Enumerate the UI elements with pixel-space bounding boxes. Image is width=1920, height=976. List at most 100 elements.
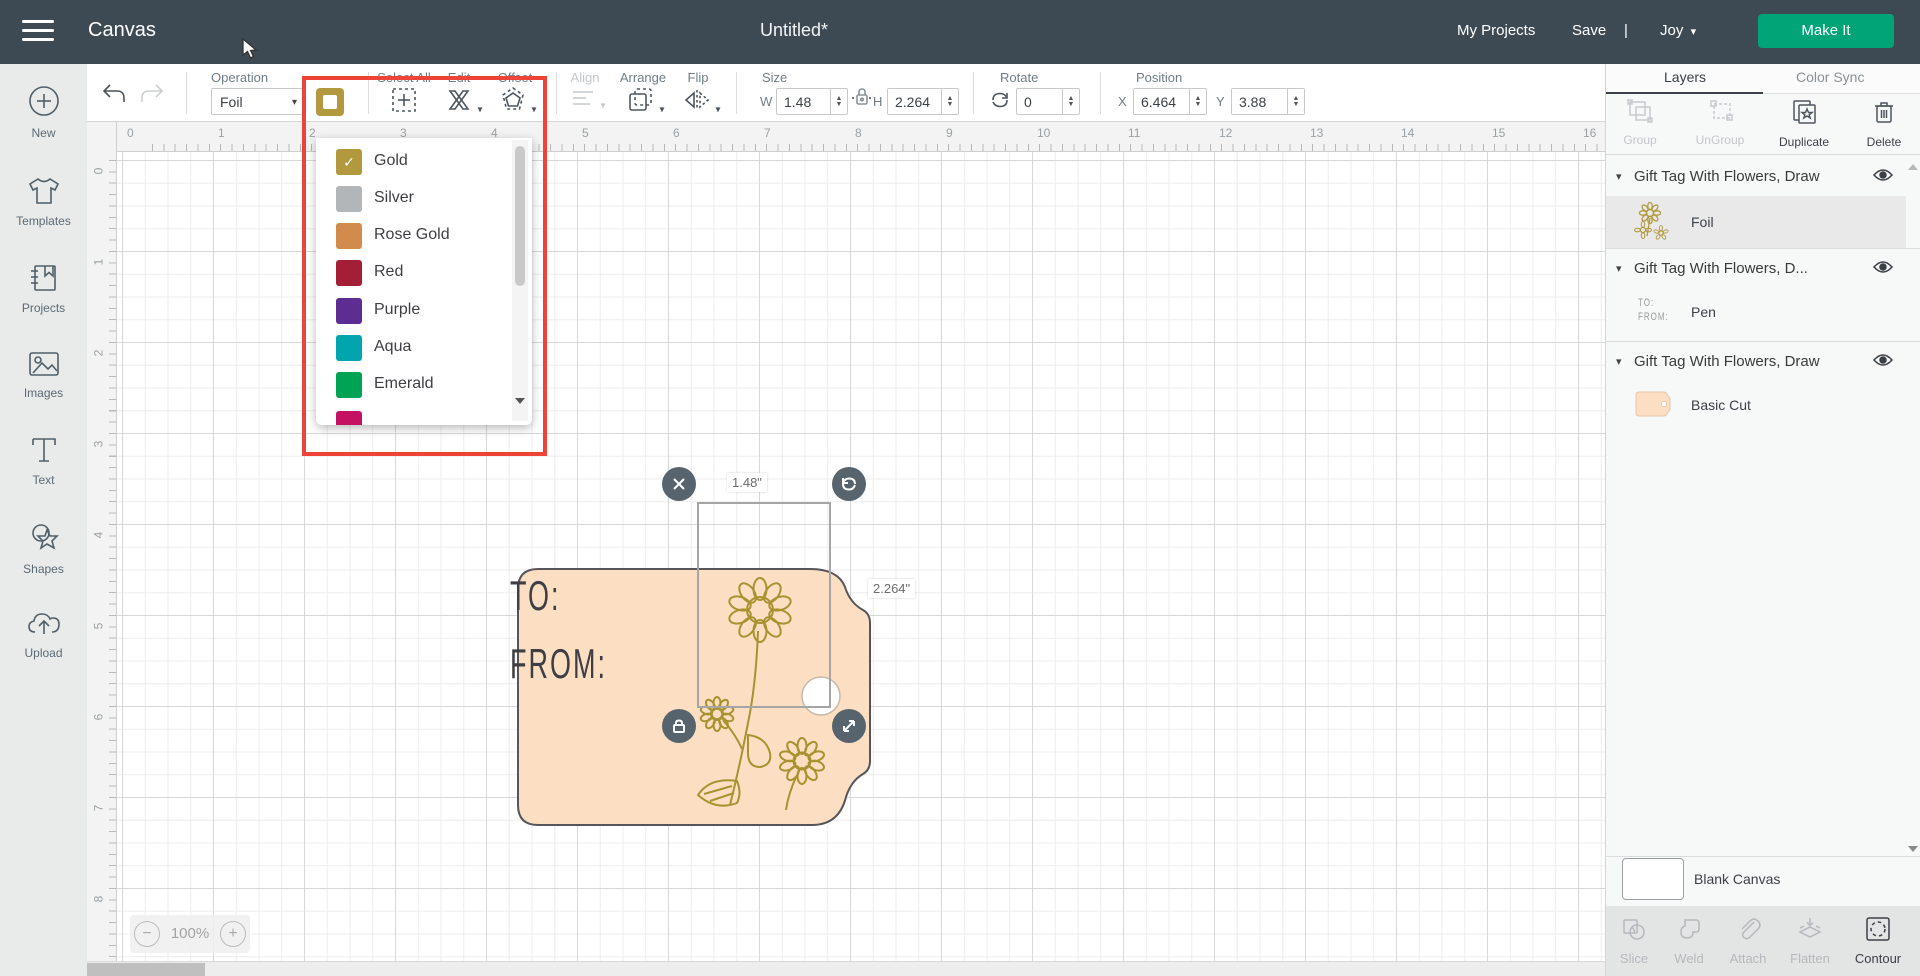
height-stepper[interactable]: ▲▼ (941, 89, 958, 114)
weld-button[interactable]: Weld (1661, 916, 1717, 966)
h-ruler-number: 9 (946, 126, 953, 140)
layer-color-button[interactable] (316, 88, 344, 116)
tab-layers[interactable]: Layers (1664, 69, 1706, 85)
color-option-purple[interactable]: Purple (316, 293, 512, 330)
visibility-eye-icon[interactable] (1872, 259, 1894, 280)
sidebar-item-new[interactable]: New (0, 84, 87, 140)
ungroup-button[interactable]: UnGroup (1690, 98, 1750, 147)
hamburger-menu-icon[interactable] (22, 20, 54, 44)
dropdown-scrollbar[interactable] (512, 140, 528, 421)
v-ruler-number: 0 (91, 168, 105, 175)
panel-tabs: Layers Color Sync (1606, 64, 1920, 94)
group-button[interactable]: Group (1610, 98, 1670, 147)
topbar-separator: | (1624, 22, 1628, 39)
sidebar-item-templates[interactable]: Templates (0, 176, 87, 228)
color-option-red[interactable]: Red (316, 255, 512, 292)
panel-scroll-down-icon[interactable] (1908, 846, 1918, 852)
selection-height-label: 2.264" (868, 579, 915, 598)
align-button[interactable]: ▾ (570, 86, 605, 115)
height-field[interactable]: 2.264 ▲▼ (887, 88, 959, 115)
color-option-silver[interactable]: Silver (316, 181, 512, 218)
position-y-label: Y (1216, 94, 1225, 109)
user-menu[interactable]: Joy ▾ (1660, 22, 1696, 39)
save-link[interactable]: Save (1572, 22, 1606, 39)
position-x-field[interactable]: 6.464 ▲▼ (1133, 88, 1207, 115)
color-option-rose-gold[interactable]: Rose Gold (316, 218, 512, 255)
selection-bounding-box[interactable] (697, 502, 831, 708)
design-canvas[interactable]: 012345678910111213141516 012345678 (87, 122, 1605, 976)
layer-group-header[interactable]: ▾ Gift Tag With Flowers, D... (1606, 254, 1906, 286)
delete-selection-handle[interactable] (662, 467, 696, 501)
make-it-button[interactable]: Make It (1758, 14, 1894, 48)
position-y-stepper[interactable]: ▲▼ (1287, 89, 1304, 114)
edit-button[interactable]: ▾ (445, 86, 482, 119)
rotate-icon[interactable] (989, 89, 1011, 116)
rotate-selection-handle[interactable] (832, 467, 866, 501)
flatten-button[interactable]: Flatten (1782, 916, 1838, 966)
h-ruler-number: 10 (1037, 126, 1050, 140)
operation-value: Foil (220, 94, 243, 110)
horizontal-scrollbar[interactable] (87, 961, 1605, 976)
shapes-icon (27, 522, 61, 554)
color-option-aqua[interactable]: Aqua (316, 330, 512, 367)
layer-row-foil[interactable]: Foil (1606, 196, 1906, 248)
color-option-emerald[interactable]: Emerald (316, 367, 512, 404)
gold-swatch: ✓ (336, 149, 362, 175)
width-field[interactable]: 1.48 ▲▼ (776, 88, 848, 115)
blank-canvas-swatch[interactable] (1622, 858, 1684, 900)
sidebar-item-images[interactable]: Images (0, 350, 87, 400)
tab-color-sync[interactable]: Color Sync (1796, 69, 1864, 85)
zoom-in-button[interactable]: + (220, 921, 246, 947)
layer-row-pen[interactable]: TO: FROM: Pen (1606, 286, 1906, 338)
visibility-eye-icon[interactable] (1872, 352, 1894, 373)
operation-select[interactable]: Foil ▾ (211, 88, 304, 115)
dropdown-scrollbar-thumb[interactable] (515, 146, 525, 286)
color-option-gold[interactable]: ✓ Gold (316, 144, 512, 181)
layer-group-header[interactable]: ▾ Gift Tag With Flowers, Draw (1606, 162, 1906, 194)
rotate-value: 0 (1017, 89, 1062, 114)
zoom-out-button[interactable]: − (134, 921, 160, 947)
position-x-stepper[interactable]: ▲▼ (1189, 89, 1206, 114)
lock-selection-handle[interactable] (662, 709, 696, 743)
blank-canvas-row: Blank Canvas (1606, 858, 1920, 906)
my-projects-link[interactable]: My Projects (1457, 22, 1535, 39)
sidebar-item-upload[interactable]: Upload (0, 610, 87, 660)
layer-row-basic-cut[interactable]: Basic Cut (1606, 379, 1906, 431)
contour-button[interactable]: Contour (1850, 916, 1906, 966)
aqua-swatch (336, 335, 362, 361)
color-option-partial[interactable] (316, 406, 512, 425)
arrange-button[interactable]: ▾ (627, 86, 664, 119)
text-icon (28, 435, 60, 465)
select-all-button[interactable] (390, 86, 418, 119)
sidebar-item-shapes[interactable]: Shapes (0, 522, 87, 576)
visibility-eye-icon[interactable] (1872, 167, 1894, 188)
width-stepper[interactable]: ▲▼ (830, 89, 847, 114)
trash-icon (1871, 98, 1897, 126)
resize-selection-handle[interactable] (832, 709, 866, 743)
rotate-icon (840, 475, 858, 493)
sidebar-item-projects[interactable]: Projects (0, 263, 87, 315)
slice-icon (1620, 916, 1648, 942)
photo-icon (27, 350, 61, 378)
redo-button[interactable] (138, 82, 166, 111)
position-y-field[interactable]: 3.88 ▲▼ (1231, 88, 1305, 115)
attach-button[interactable]: Attach (1720, 916, 1776, 966)
delete-button[interactable]: Delete (1854, 98, 1914, 149)
duplicate-button[interactable]: Duplicate (1774, 98, 1834, 149)
close-icon (672, 477, 686, 491)
h-ruler-number: 12 (1219, 126, 1232, 140)
panel-scroll-up-icon[interactable] (1908, 164, 1918, 170)
slice-button[interactable]: Slice (1606, 916, 1662, 966)
sidebar-item-text[interactable]: Text (0, 435, 87, 487)
scroll-down-icon[interactable] (515, 398, 525, 404)
height-axis-label: H (873, 94, 882, 109)
rotate-field[interactable]: 0 ▲▼ (1016, 88, 1080, 115)
flip-button[interactable]: ▾ (683, 86, 720, 119)
offset-button[interactable]: ▾ (499, 86, 536, 119)
undo-button[interactable] (100, 82, 128, 111)
size-lock-button[interactable] (850, 84, 874, 115)
scrollbar-thumb[interactable] (87, 963, 205, 976)
rotate-stepper[interactable]: ▲▼ (1062, 89, 1079, 114)
align-label: Align (571, 70, 600, 85)
layer-group-header[interactable]: ▾ Gift Tag With Flowers, Draw (1606, 347, 1906, 379)
